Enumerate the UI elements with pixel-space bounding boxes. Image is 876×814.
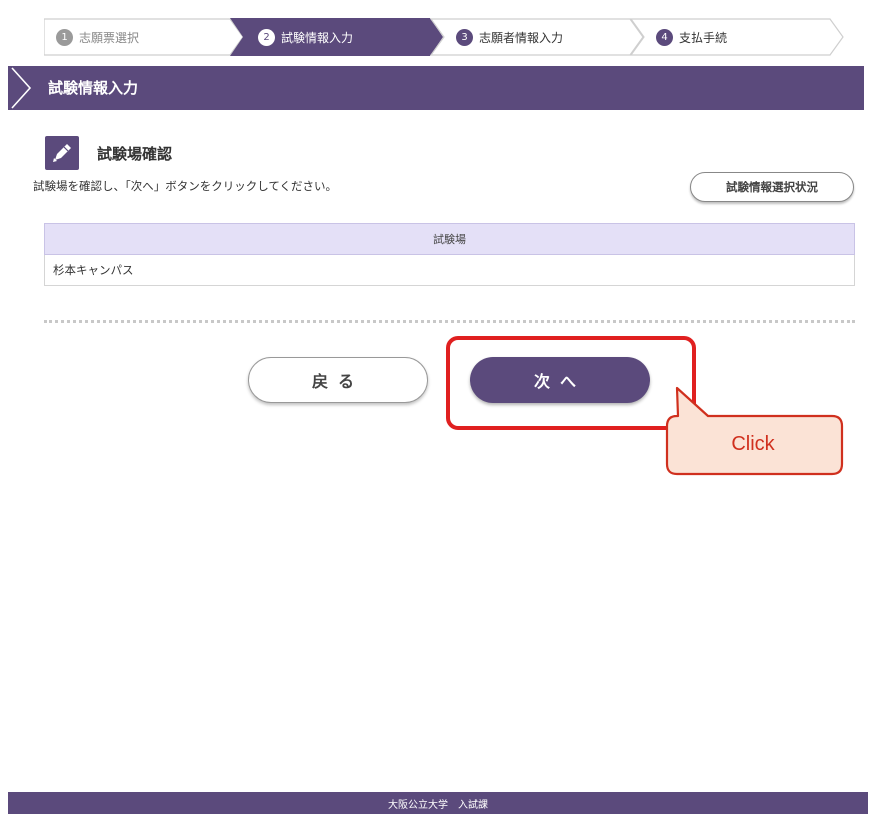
step-1-label: 志願票選択 [79, 30, 140, 45]
section-title: 試験場確認 [97, 144, 173, 163]
step-4-label: 支払手続 [679, 30, 728, 45]
step-1-number: 1 [56, 28, 73, 46]
page-title: 試験情報入力 [48, 79, 139, 97]
header-chevron-icon [11, 67, 32, 109]
step-2: 2 試験情報入力 [230, 18, 444, 56]
step-4-number: 4 [656, 28, 673, 46]
step-1: 1 志願票選択 [44, 18, 244, 56]
dotted-divider [44, 320, 855, 323]
step-3-number: 3 [456, 28, 473, 46]
callout-label: Click [731, 432, 775, 455]
table-row: 杉本キャンパス [44, 254, 855, 286]
venue-table: 試験場 杉本キャンパス [44, 223, 855, 286]
step-3-label: 志願者情報入力 [479, 30, 564, 45]
pencil-icon [45, 136, 79, 170]
step-3: 3 志願者情報入力 [430, 18, 644, 56]
instruction-text: 試験場を確認し、「次へ」ボタンをクリックしてください。 [33, 179, 338, 193]
page-header: 試験情報入力 [8, 66, 864, 110]
venue-cell: 杉本キャンパス [44, 254, 855, 286]
exam-info-status-button[interactable]: 試験情報選択状況 [690, 172, 854, 202]
step-2-label: 試験情報入力 [281, 30, 354, 45]
footer: 大阪公立大学 入試課 [8, 792, 868, 814]
highlight-box [446, 336, 696, 430]
section-heading: 試験場確認 [45, 136, 172, 170]
back-button[interactable]: 戻る [248, 357, 428, 403]
step-progress-bar: 1 志願票選択 2 試験情報入力 3 志願者情報入力 4 支払手続 [44, 18, 844, 58]
table-header-row: 試験場 [44, 223, 855, 255]
footer-text: 大阪公立大学 入試課 [388, 799, 488, 811]
step-2-number: 2 [258, 28, 275, 46]
table-header-venue: 試験場 [44, 223, 855, 255]
step-4: 4 支払手続 [630, 18, 844, 56]
